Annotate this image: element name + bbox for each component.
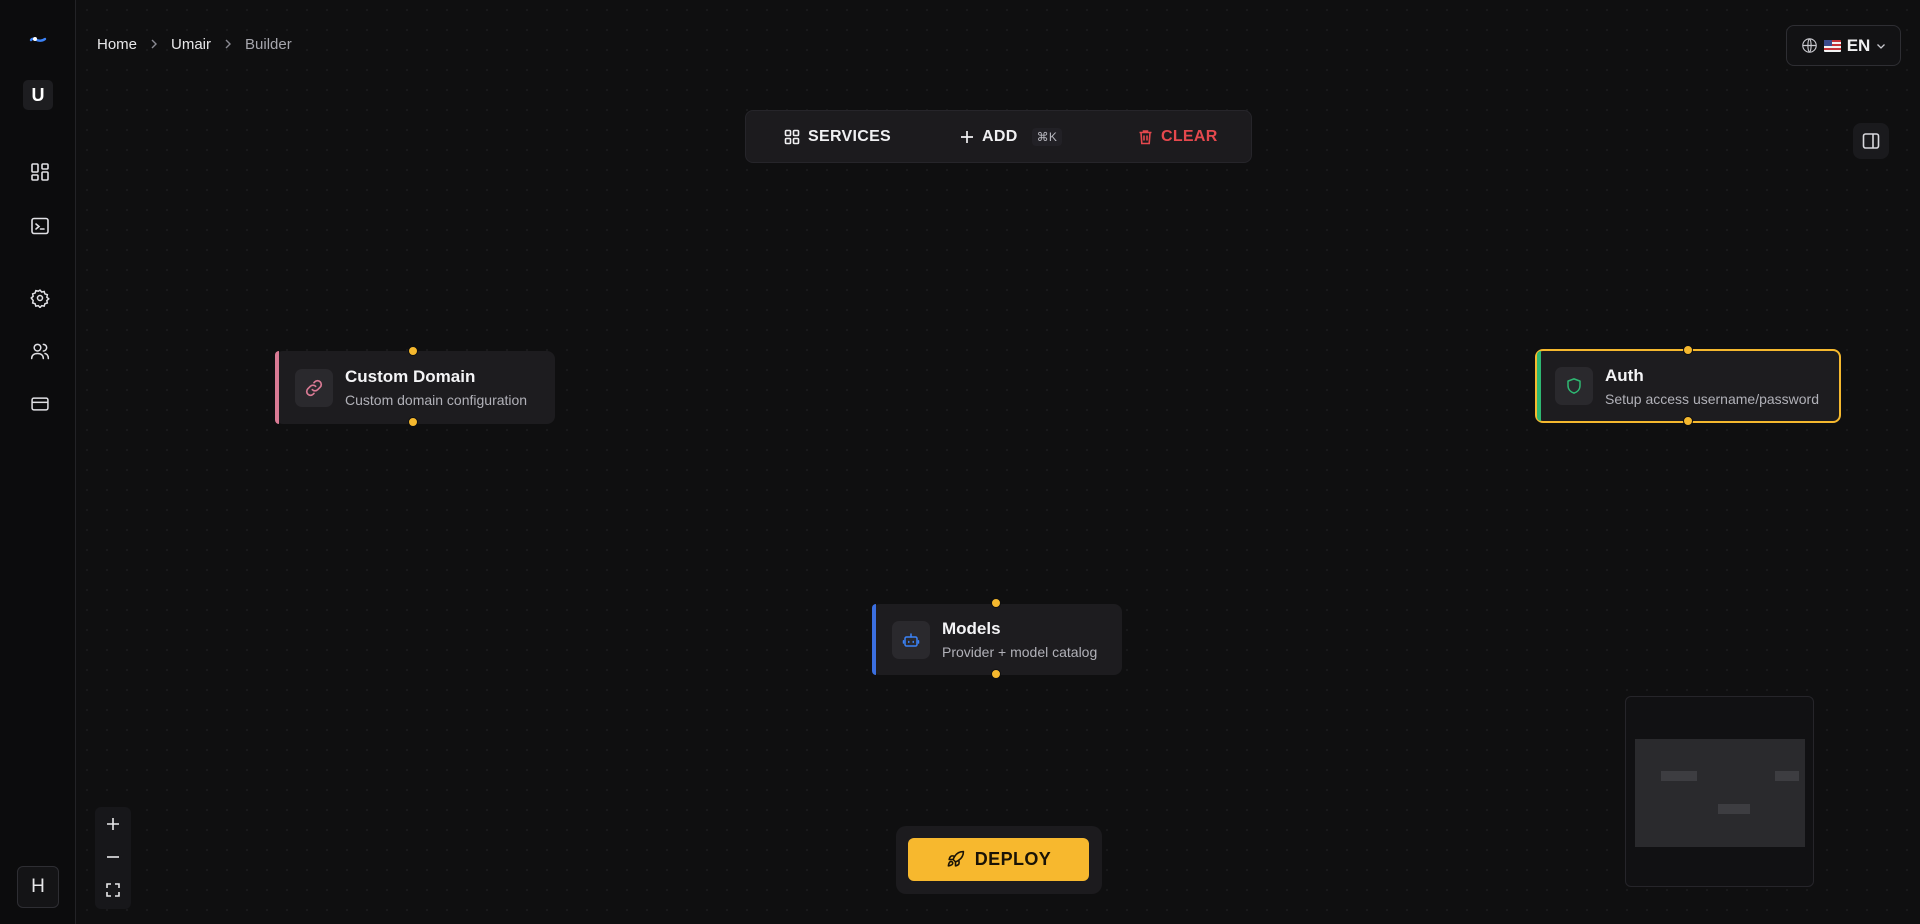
billing-icon[interactable] — [26, 390, 54, 418]
node-description: Provider + model catalog — [942, 644, 1098, 660]
breadcrumb-home[interactable]: Home — [97, 36, 137, 53]
node-description: Setup access username/password — [1605, 390, 1819, 407]
chevron-right-icon — [149, 37, 159, 52]
link-icon — [295, 368, 333, 407]
chevron-down-icon — [1877, 43, 1886, 49]
chevron-right-icon — [223, 37, 233, 52]
minimap-viewport[interactable] — [1635, 739, 1805, 847]
node-accent — [275, 351, 279, 424]
zoom-in-button[interactable] — [95, 807, 131, 840]
node-accent — [1537, 351, 1541, 421]
services-button[interactable]: SERVICES — [784, 128, 891, 146]
plus-icon — [107, 817, 119, 830]
users-icon[interactable] — [26, 337, 54, 365]
us-flag-icon — [1823, 39, 1841, 52]
minimap-node — [1775, 771, 1799, 781]
node-handle-bottom[interactable] — [1683, 416, 1693, 426]
minimap[interactable] — [1625, 696, 1814, 887]
minimap-node — [1718, 804, 1750, 814]
add-button[interactable]: ADD ⌘K — [960, 127, 1063, 146]
node-models[interactable]: Models Provider + model catalog — [872, 604, 1122, 675]
fullscreen-icon — [106, 882, 120, 897]
builder-toolbar: SERVICES ADD ⌘K CLEAR — [745, 110, 1252, 163]
rocket-icon — [947, 850, 964, 867]
bot-icon — [892, 620, 930, 659]
deploy-label: DEPLOY — [974, 849, 1052, 869]
services-label: SERVICES — [808, 127, 892, 145]
add-label: ADD — [982, 127, 1018, 145]
settings-icon[interactable] — [26, 284, 54, 312]
clear-label: CLEAR — [1161, 127, 1218, 145]
breadcrumb-current: Builder — [245, 36, 292, 53]
language-selector[interactable]: EN — [1786, 25, 1901, 66]
user-avatar-button[interactable]: H — [17, 866, 59, 908]
shield-icon — [1555, 367, 1593, 405]
app-logo[interactable] — [26, 28, 50, 52]
node-handle-top[interactable] — [991, 598, 1001, 608]
panel-toggle-button[interactable] — [1853, 123, 1889, 159]
workspace-avatar[interactable]: U — [23, 80, 53, 110]
node-title: Models — [942, 619, 1001, 638]
minimap-node — [1661, 771, 1697, 781]
node-title: Auth — [1605, 365, 1644, 385]
node-description: Custom domain configuration — [345, 392, 528, 408]
node-handle-top[interactable] — [1683, 345, 1693, 355]
deploy-container: DEPLOY — [896, 826, 1102, 894]
grid-icon — [784, 129, 800, 144]
sidebar: U H — [0, 0, 76, 924]
plus-icon — [961, 130, 973, 143]
clear-button[interactable]: CLEAR — [1138, 128, 1218, 146]
globe-icon — [1801, 38, 1817, 53]
zoom-out-button[interactable] — [95, 840, 131, 873]
language-label: EN — [1846, 35, 1871, 55]
node-handle-bottom[interactable] — [408, 417, 418, 427]
fit-view-button[interactable] — [95, 873, 131, 906]
breadcrumb-workspace[interactable]: Umair — [171, 36, 211, 53]
minus-icon — [107, 855, 119, 858]
deploy-button[interactable]: DEPLOY — [908, 838, 1089, 881]
node-auth[interactable]: Auth Setup access username/password — [1535, 349, 1841, 423]
node-title: Custom Domain — [345, 367, 476, 386]
breadcrumb: Home Umair Builder — [97, 36, 292, 53]
node-custom-domain[interactable]: Custom Domain Custom domain configuratio… — [275, 351, 555, 424]
terminal-icon[interactable] — [26, 212, 54, 240]
trash-icon — [1139, 129, 1152, 144]
zoom-controls — [95, 807, 131, 909]
node-handle-bottom[interactable] — [991, 669, 1001, 679]
sidebar-panel-icon — [1862, 133, 1880, 149]
dashboard-icon[interactable] — [26, 158, 54, 186]
node-accent — [872, 604, 876, 675]
add-shortcut: ⌘K — [1031, 127, 1063, 146]
node-handle-top[interactable] — [408, 346, 418, 356]
